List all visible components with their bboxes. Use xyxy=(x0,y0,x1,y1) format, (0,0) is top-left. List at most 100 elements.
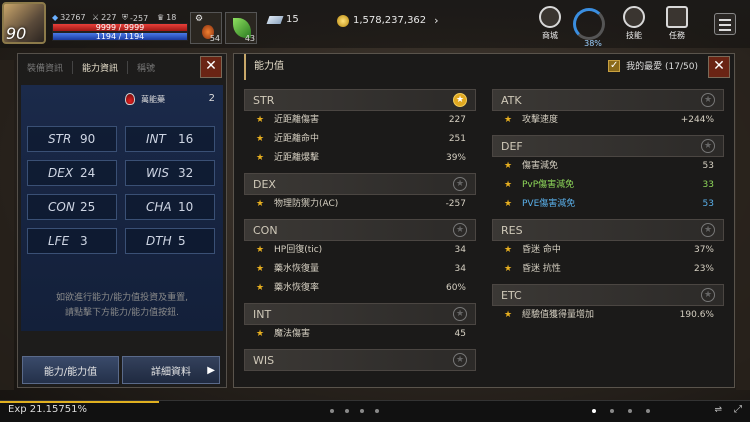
tab-equipment-info[interactable]: 裝備資訊 xyxy=(18,61,74,74)
stat-value: 23% xyxy=(693,264,714,274)
favorite-star-icon[interactable]: ★ xyxy=(453,307,467,321)
star-icon[interactable]: ★ xyxy=(256,279,264,298)
base-stats-area: 萬能藥 2 STR 90 INT 16 DEX 24 WIS 32 CON 25… xyxy=(21,85,223,331)
section-title: WIS xyxy=(253,354,275,367)
stat-section-int: INT ★ ★ 魔法傷害 45 xyxy=(244,303,476,344)
section-title: DEF xyxy=(501,140,523,153)
trophy-icon: ♛ xyxy=(157,13,165,22)
mp-text: 1194 / 1194 xyxy=(95,32,145,41)
star-icon[interactable]: ★ xyxy=(504,111,512,130)
exp-label: Exp 21.15751% xyxy=(8,404,87,415)
exp-bar-fill xyxy=(0,401,159,403)
favorite-star-icon[interactable]: ★ xyxy=(453,353,467,367)
stat-row: ★ 昏迷 命中 37% xyxy=(492,241,724,260)
stat-wis: WIS 32 xyxy=(125,160,215,186)
tab-ability-info[interactable]: 能力資訊 xyxy=(73,61,129,74)
favorite-star-icon[interactable]: ★ xyxy=(701,223,715,237)
skill-button[interactable]: 技能 xyxy=(617,4,651,44)
stat-value: 227 xyxy=(448,115,466,125)
stat-section-def: DEF ★ ★ 傷害減免 53 ★ PvP傷害減免 33 ★ PVE傷害減免 53 xyxy=(492,135,724,214)
main-menu-button[interactable] xyxy=(714,13,736,35)
stat-value: 34 xyxy=(454,264,466,274)
battery-icon: ⇌ xyxy=(714,405,722,415)
star-icon[interactable]: ★ xyxy=(256,195,264,214)
attack-stat: ⚔ 227 xyxy=(92,13,117,22)
gem-currency[interactable]: 15 xyxy=(266,14,299,25)
stat-label: 物理防禦力(AC) xyxy=(274,199,339,209)
stat-label: PVE傷害減免 xyxy=(522,199,576,209)
progress-ring[interactable]: 38% xyxy=(573,8,605,48)
ability-points-button[interactable]: 能力/能力值 xyxy=(22,356,119,384)
stat-row: ★ 藥水恢復率 60% xyxy=(244,279,476,298)
right-edge-background xyxy=(736,60,750,390)
stat-value: +244% xyxy=(680,115,714,125)
star-icon[interactable]: ★ xyxy=(256,241,264,260)
stat-dth: DTH 5 xyxy=(125,228,215,254)
stat-value: 37% xyxy=(693,245,714,255)
stat-label: 近距離爆擊 xyxy=(274,153,320,163)
fullscreen-icon[interactable]: ⤢ xyxy=(734,404,742,415)
favorite-star-icon[interactable]: ★ xyxy=(701,139,715,153)
stats-list[interactable]: STR ★ ★ 近距離傷害 227 ★ 近距離命中 251 ★ 近距離爆擊 39% DEX ★ ★ 物理防禦… xyxy=(244,89,726,387)
diamond-icon xyxy=(266,15,284,24)
exp-bar: Exp 21.15751% ⇌ ⤢ xyxy=(0,400,750,422)
stat-row: ★ PVE傷害減免 53 xyxy=(492,195,724,214)
herb-slot[interactable]: 43 xyxy=(225,12,257,44)
stat-label: 昏迷 抗性 xyxy=(522,264,561,274)
page-dots-right xyxy=(592,409,650,413)
stat-label: 魔法傷害 xyxy=(274,329,311,339)
shield-icon: ⛨ xyxy=(122,13,128,22)
stat-row: ★ HP回復(tic) 34 xyxy=(244,241,476,260)
star-icon[interactable]: ★ xyxy=(256,325,264,344)
star-icon[interactable]: ★ xyxy=(256,130,264,149)
star-icon[interactable]: ★ xyxy=(504,306,512,325)
section-header: DEF ★ xyxy=(492,135,724,157)
stat-row: ★ 昏迷 抗性 23% xyxy=(492,260,724,279)
left-edge-background xyxy=(0,60,14,390)
defense-stat: ⛨ -257 xyxy=(122,13,149,23)
close-button[interactable]: ✕ xyxy=(708,56,730,78)
favorite-star-icon[interactable]: ★ xyxy=(453,223,467,237)
checkbox-icon: ✓ xyxy=(608,59,621,72)
stat-row: ★ 物理防禦力(AC) -257 xyxy=(244,195,476,214)
stat-label: HP回復(tic) xyxy=(274,245,323,255)
coin-icon xyxy=(337,14,349,27)
gold-currency[interactable]: 1,578,237,362 › xyxy=(337,14,439,27)
stat-value: 39% xyxy=(445,153,466,163)
favorite-star-icon[interactable]: ★ xyxy=(701,288,715,302)
stat-lfe: LFE 3 xyxy=(27,228,117,254)
star-icon[interactable]: ★ xyxy=(504,157,512,176)
section-header: CON ★ xyxy=(244,219,476,241)
hp-bar: 9999 / 9999 xyxy=(52,23,188,32)
close-button[interactable]: ✕ xyxy=(200,56,222,78)
star-icon[interactable]: ★ xyxy=(504,241,512,260)
star-icon[interactable]: ★ xyxy=(504,195,512,214)
favorite-star-icon[interactable]: ★ xyxy=(453,177,467,191)
stat-value: 53 xyxy=(702,199,714,209)
top-hud: 90 ◆ 32767 ⚔ 227 ⛨ -257 ♛ 18 9999 / 9999… xyxy=(0,0,750,48)
hp-text: 9999 / 9999 xyxy=(95,23,145,32)
chevron-right-icon[interactable]: › xyxy=(434,14,438,27)
section-header: DEX ★ xyxy=(244,173,476,195)
shop-button[interactable]: 商城 xyxy=(533,4,567,44)
ability-info-panel: 裝備資訊 能力資訊 稱號 ✕ 萬能藥 2 STR 90 INT 16 DEX 2… xyxy=(17,53,227,388)
star-icon[interactable]: ★ xyxy=(504,260,512,279)
favorite-star-icon[interactable]: ★ xyxy=(701,93,715,107)
star-icon[interactable]: ★ xyxy=(504,176,512,195)
favorites-toggle[interactable]: ✓ 我的最愛 (17/50) xyxy=(608,59,698,72)
section-title: RES xyxy=(501,224,523,237)
shop-icon xyxy=(539,6,561,28)
stat-row: ★ 近距離命中 251 xyxy=(244,130,476,149)
star-icon[interactable]: ★ xyxy=(256,260,264,279)
quest-button[interactable]: 任務 xyxy=(660,4,694,44)
star-icon[interactable]: ★ xyxy=(256,149,264,168)
star-icon[interactable]: ★ xyxy=(256,111,264,130)
stat-value: 53 xyxy=(702,161,714,171)
potion-slot[interactable]: ⚙ 54 xyxy=(190,12,222,44)
favorite-star-icon[interactable]: ★ xyxy=(453,93,467,107)
stat-row: ★ PvP傷害減免 33 xyxy=(492,176,724,195)
tab-title[interactable]: 稱號 xyxy=(128,61,164,74)
details-button[interactable]: 詳細資料 ▶ xyxy=(122,356,220,384)
stat-label: 攻擊速度 xyxy=(522,115,559,125)
panel-tabs: 裝備資訊 能力資訊 稱號 xyxy=(18,54,226,81)
